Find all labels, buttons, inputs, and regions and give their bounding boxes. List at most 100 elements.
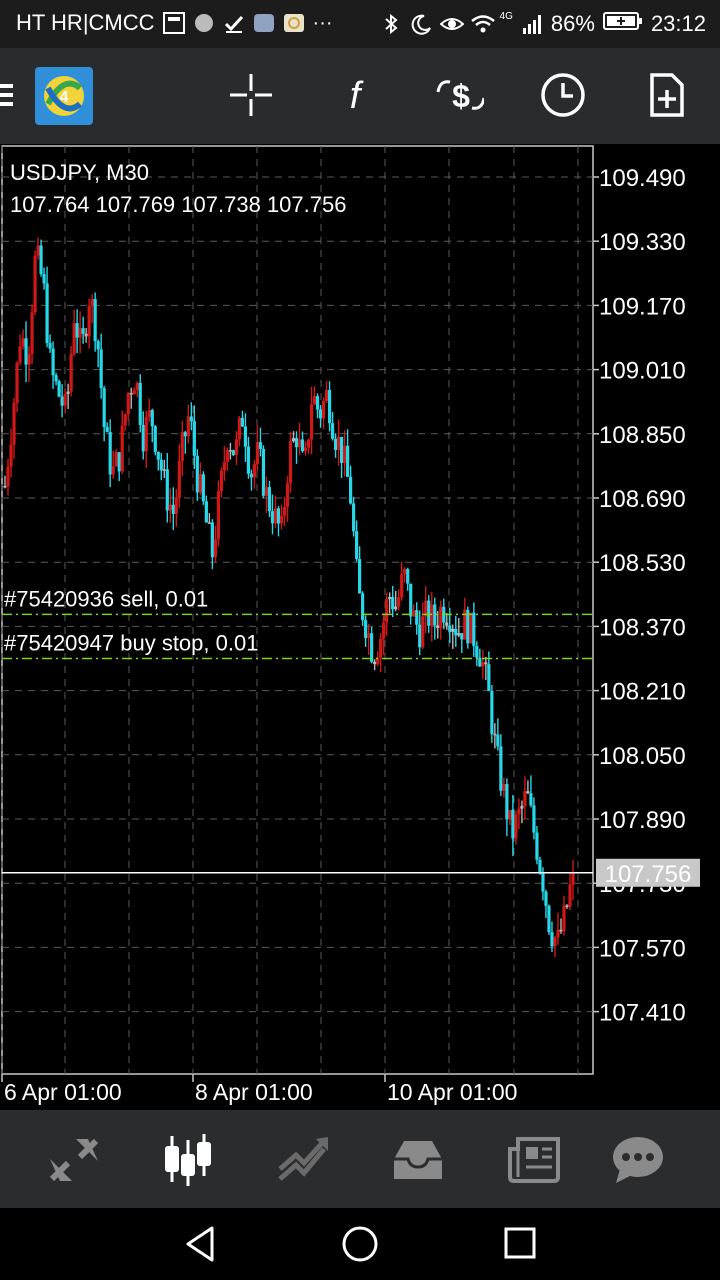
candle-body [394, 606, 398, 610]
candle-body [75, 323, 79, 338]
candle-body [427, 600, 431, 626]
candle-body [261, 449, 266, 496]
back-icon[interactable] [182, 1224, 222, 1264]
check-icon [223, 12, 245, 34]
price-label: 108.370 [599, 614, 686, 641]
candle-body [282, 506, 287, 516]
candle-body [243, 426, 248, 447]
candle-body [132, 390, 136, 395]
candle-body [102, 388, 106, 427]
candle-body [51, 348, 55, 376]
candle-body [493, 733, 497, 736]
candle-body [150, 410, 154, 427]
menu-icon[interactable] [0, 70, 24, 120]
candle-body [120, 425, 124, 472]
svg-text:4: 4 [60, 89, 69, 106]
candle-body [195, 455, 199, 493]
candle-body [535, 832, 539, 860]
sell-order-label[interactable]: #75420936 sell, 0.01 [4, 586, 208, 611]
price-chart[interactable]: 109.490 109.330 109.170 109.010 108.850 108.6… [0, 144, 720, 1110]
candle-body [198, 474, 202, 493]
candle-body [186, 416, 190, 437]
candle-body [21, 338, 25, 347]
new-order-icon[interactable] [642, 70, 692, 120]
candle-body [264, 487, 269, 496]
candle-body [484, 662, 488, 665]
buy-stop-order-label[interactable]: #75420947 buy stop, 0.01 [4, 631, 258, 656]
candle-body [538, 859, 542, 873]
candle-body [288, 441, 293, 484]
candle-body [138, 382, 142, 425]
candle-body [114, 452, 118, 467]
candle-body [96, 341, 100, 350]
candle-body [159, 459, 163, 471]
indicators-icon[interactable]: f [330, 70, 380, 120]
candle-body [84, 333, 88, 337]
candle-body [234, 439, 239, 456]
price-label: 108.050 [599, 743, 686, 770]
candle-body [216, 491, 220, 540]
candle-body [309, 404, 314, 440]
candle-body [42, 273, 46, 284]
candle-body [294, 438, 299, 448]
candle-body [391, 596, 395, 610]
candle-body [57, 381, 61, 397]
candle-body [478, 657, 482, 667]
candle-body [379, 638, 383, 658]
candle-body [36, 245, 40, 256]
candle-body [204, 501, 208, 523]
candle-body [412, 610, 416, 617]
candle-body [415, 610, 419, 625]
candle-body [445, 622, 449, 626]
candle-body [267, 487, 272, 512]
candle-body [457, 633, 461, 636]
circle-icon [193, 12, 215, 34]
candle-body [39, 245, 43, 274]
candle-body [409, 583, 413, 617]
candle-body [246, 446, 251, 474]
candle-body [400, 574, 404, 598]
quotes-icon[interactable] [44, 1132, 104, 1188]
trade-icon[interactable] [274, 1132, 334, 1188]
candle-body [9, 444, 13, 467]
candle-body [556, 929, 560, 938]
history-icon[interactable] [388, 1132, 448, 1188]
news-icon[interactable] [504, 1132, 564, 1188]
home-icon[interactable] [340, 1224, 380, 1264]
candle-body [327, 389, 332, 424]
candle-body [342, 445, 347, 463]
candle-body [559, 929, 563, 932]
candle-body [481, 662, 485, 667]
chat-icon[interactable] [608, 1132, 668, 1188]
candle-body [219, 470, 223, 492]
timeframe-icon[interactable] [538, 70, 588, 120]
candle-body [66, 391, 70, 394]
time-label: 6 Apr 01:00 [4, 1079, 122, 1105]
svg-text:$: $ [452, 78, 470, 114]
candle-body [291, 438, 296, 442]
candle-body [276, 508, 281, 524]
candle-body [448, 625, 452, 632]
metatrader-logo[interactable]: 4 [34, 66, 94, 126]
notification-icon [162, 12, 185, 34]
price-label: 108.210 [599, 679, 686, 706]
price-label: 109.490 [599, 165, 686, 192]
recents-icon[interactable] [502, 1224, 542, 1264]
candle-body [529, 793, 533, 806]
candle-body [544, 891, 548, 906]
candle-body [565, 905, 569, 907]
crosshair-icon[interactable] [226, 70, 276, 120]
candle-body [333, 438, 338, 451]
photo-icon [253, 12, 275, 34]
candle-body [520, 805, 524, 809]
candle-body [439, 606, 443, 629]
symbol-change-icon[interactable]: $ [434, 70, 484, 120]
system-navigation [0, 1208, 720, 1280]
chart-icon[interactable] [158, 1132, 218, 1188]
candle-body [532, 805, 536, 833]
chart-canvas[interactable]: 109.490 109.330 109.170 109.010 108.850 108.6… [0, 144, 720, 1110]
candle-body [370, 633, 374, 662]
candle-body [421, 616, 425, 648]
clock-time: 23:12 [650, 11, 706, 36]
candle-body [279, 515, 284, 524]
